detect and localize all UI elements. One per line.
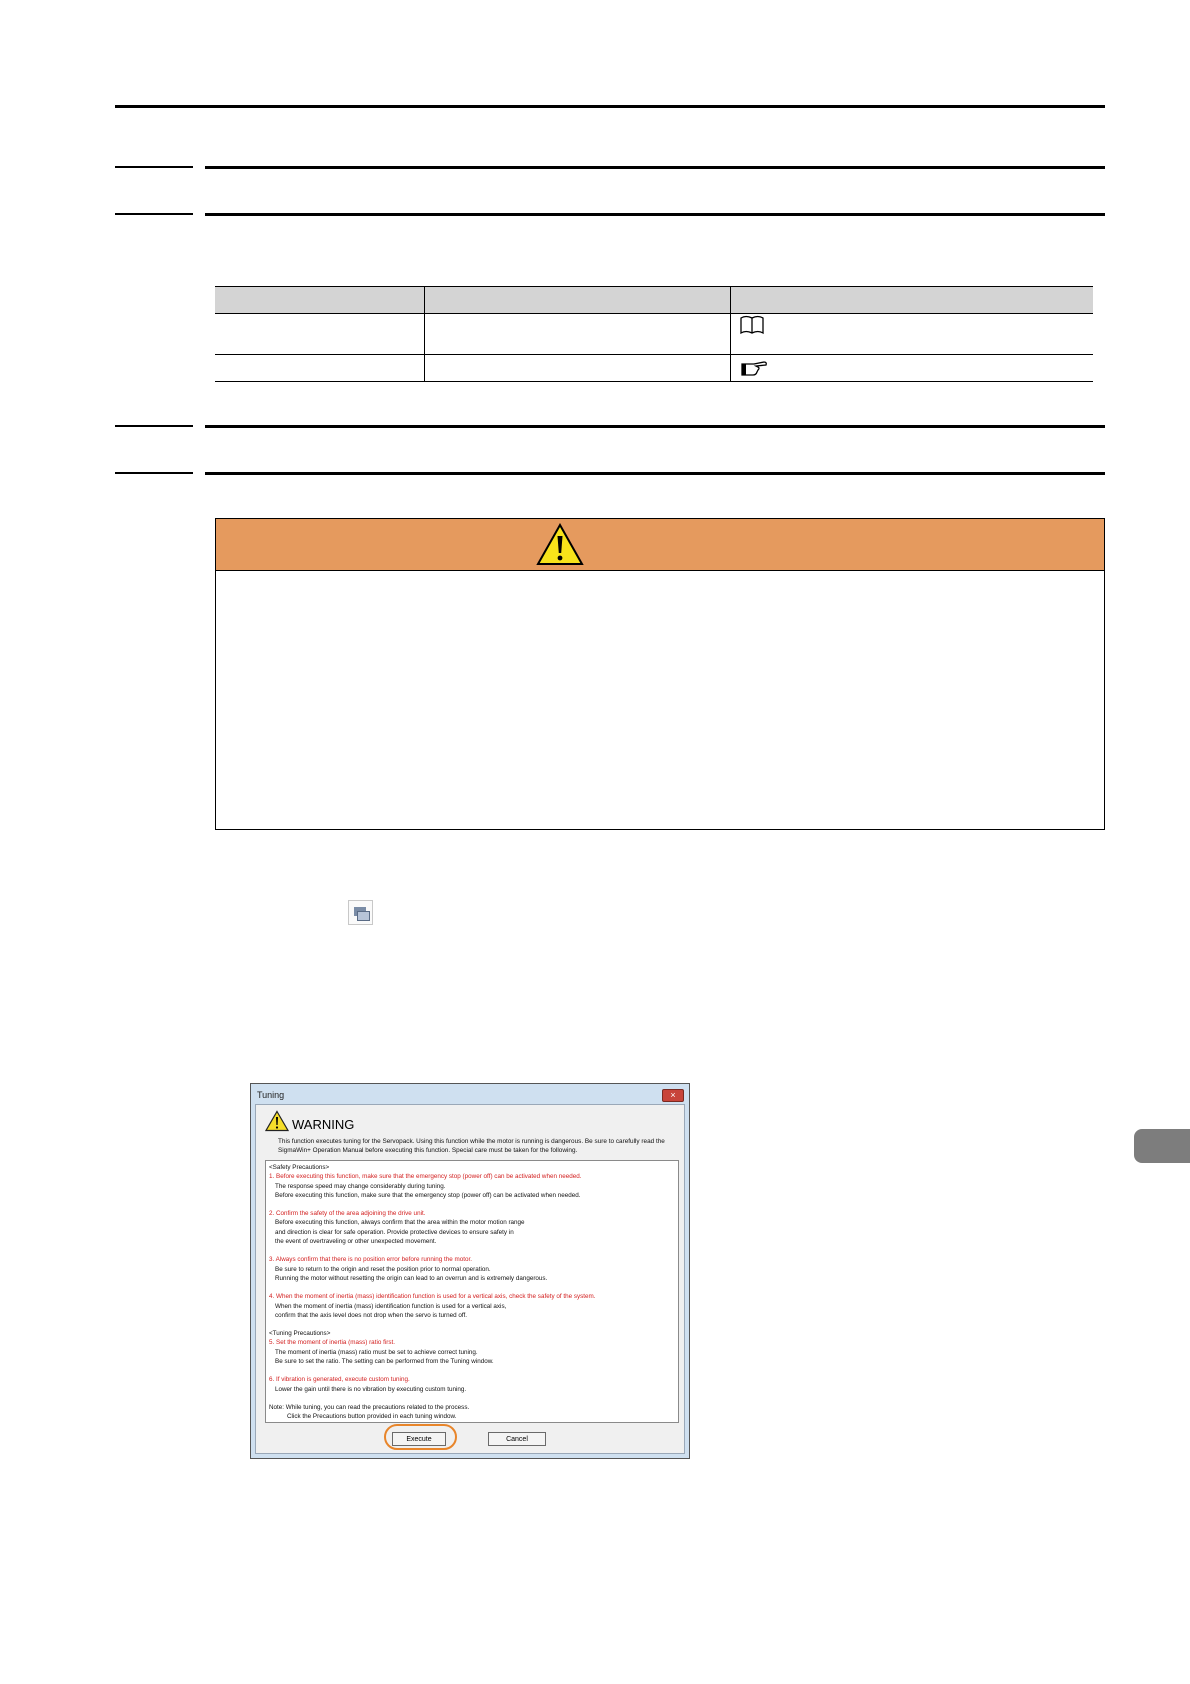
section-rule-left-1 [115, 166, 193, 168]
section-rule-1 [205, 166, 1105, 169]
precaution-line: Running the motor without resetting the … [275, 1274, 548, 1282]
section-rule-4 [205, 472, 1105, 475]
cancel-button[interactable]: Cancel [488, 1432, 546, 1446]
tuning-dialog: Tuning × WARNING This function executes … [250, 1083, 690, 1459]
dialog-title: Tuning [257, 1090, 285, 1100]
chapter-tab [1134, 1129, 1190, 1163]
pointing-hand-icon [740, 358, 768, 383]
safety-header: <Safety Precautions> [269, 1164, 330, 1171]
precaution-line: Be sure to return to the origin and rese… [275, 1265, 491, 1273]
precaution-title: 2. Confirm the safety of the area adjoin… [269, 1210, 426, 1218]
precaution-line: Lower the gain until there is no vibrati… [275, 1385, 467, 1393]
section-rule-3 [205, 425, 1105, 428]
dialog-body: WARNING This function executes tuning fo… [255, 1104, 685, 1454]
table-header-row [215, 286, 1093, 314]
precaution-line: Before executing this function, make sur… [275, 1191, 581, 1199]
warning-title: WARNING [292, 1117, 355, 1132]
table-column-divider [730, 286, 731, 382]
precaution-line: The response speed may change considerab… [275, 1182, 446, 1190]
section-rule-left-3 [115, 425, 193, 427]
note-line: Click the Precautions button provided in… [287, 1413, 457, 1421]
note-line: Note: While tuning, you can read the pre… [269, 1403, 470, 1411]
list-item: 6. If vibration is generated, execute cu… [269, 1375, 675, 1394]
precaution-title: 3. Always confirm that there is no posit… [269, 1256, 473, 1264]
list-item: 5. Set the moment of inertia (mass) rati… [269, 1338, 675, 1366]
warning-triangle-icon [536, 523, 584, 565]
precaution-title: 1. Before executing this function, make … [269, 1173, 582, 1181]
precaution-line: Be sure to set the ratio. The setting ca… [275, 1358, 494, 1366]
precaution-line: When the moment of inertia (mass) identi… [275, 1302, 507, 1310]
precaution-line: Before executing this function, always c… [275, 1219, 525, 1227]
tuning-toolbar-icon [348, 900, 373, 925]
section-rule-left-4 [115, 472, 193, 474]
list-item: 1. Before executing this function, make … [269, 1172, 675, 1200]
table-row-divider [215, 354, 1093, 355]
close-button[interactable]: × [662, 1089, 684, 1102]
section-rule-left-2 [115, 213, 193, 215]
precaution-line: and direction is clear for safe operatio… [275, 1228, 514, 1236]
section-rule-2 [205, 213, 1105, 216]
execute-button[interactable]: Execute [392, 1432, 446, 1446]
precaution-title: 6. If vibration is generated, execute cu… [269, 1376, 410, 1384]
manual-book-icon [739, 315, 765, 340]
precautions-list[interactable]: <Safety Precautions> 1. Before executing… [265, 1160, 679, 1423]
warning-description: This function executes tuning for the Se… [278, 1138, 665, 1154]
precaution-title: 4. When the moment of inertia (mass) ide… [269, 1293, 596, 1301]
precaution-line: confirm that the axis level does not dro… [275, 1311, 468, 1319]
list-item: 3. Always confirm that there is no posit… [269, 1255, 675, 1283]
list-item: 4. When the moment of inertia (mass) ide… [269, 1292, 675, 1320]
table-bottom-rule [215, 381, 1093, 382]
list-item: 2. Confirm the safety of the area adjoin… [269, 1209, 675, 1246]
table-column-divider [424, 286, 425, 382]
top-rule [115, 105, 1105, 108]
precaution-line: The moment of inertia (mass) ratio must … [275, 1348, 478, 1356]
precaution-title: 5. Set the moment of inertia (mass) rati… [269, 1339, 395, 1347]
caution-header [216, 519, 1104, 571]
warning-icon [265, 1110, 289, 1132]
caution-box [215, 518, 1105, 830]
tuning-header: <Tuning Precautions> [269, 1330, 331, 1338]
precaution-line: the event of overtraveling or other unex… [275, 1238, 437, 1246]
